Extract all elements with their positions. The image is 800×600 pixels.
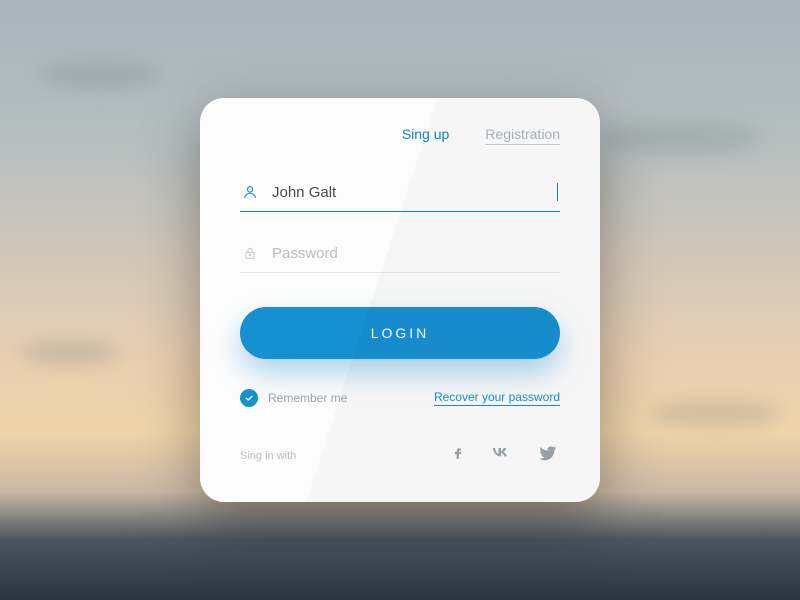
username-input[interactable] (272, 184, 543, 201)
password-input[interactable] (272, 245, 558, 262)
check-icon (240, 389, 258, 407)
text-caret (557, 183, 558, 201)
options-row: Remember me Recover your password (240, 389, 560, 407)
username-field[interactable] (240, 173, 560, 212)
user-icon (242, 183, 258, 201)
twitter-icon[interactable] (536, 443, 560, 468)
social-signin-row: Sing in with (240, 441, 560, 470)
remember-label: Remember me (268, 391, 347, 405)
recover-password-link[interactable]: Recover your password (434, 390, 560, 406)
tab-signup[interactable]: Sing up (402, 126, 449, 145)
login-button[interactable]: LOGIN (240, 307, 560, 359)
auth-tabs: Sing up Registration (240, 126, 560, 145)
remember-me[interactable]: Remember me (240, 389, 347, 407)
facebook-icon[interactable] (452, 441, 466, 470)
vk-icon[interactable] (486, 443, 516, 468)
social-signin-label: Sing in with (240, 450, 296, 462)
login-card: Sing up Registration LOGIN (200, 98, 600, 502)
social-icons (452, 441, 560, 470)
lock-icon (242, 244, 258, 262)
tab-registration[interactable]: Registration (485, 126, 560, 145)
password-field[interactable] (240, 234, 560, 273)
